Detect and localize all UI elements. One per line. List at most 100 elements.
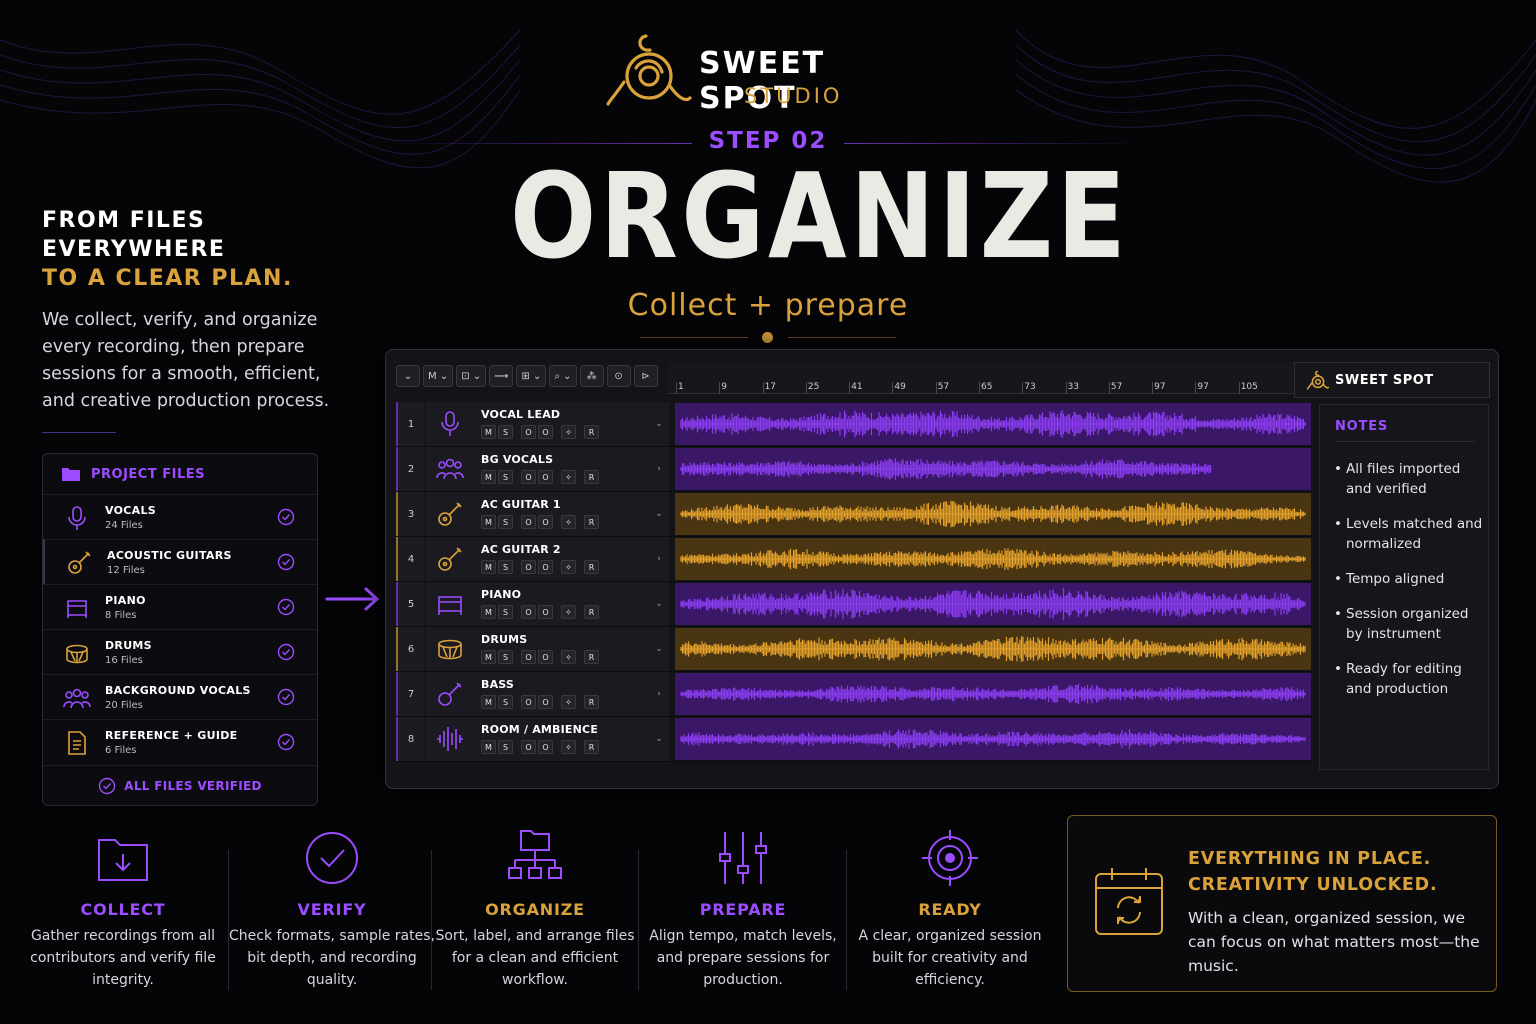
monitor-button[interactable]: O: [521, 515, 536, 529]
fx-button[interactable]: ✧: [561, 740, 576, 754]
input-button[interactable]: O: [538, 425, 553, 439]
track-expand-chevron[interactable]: ›: [649, 672, 669, 716]
toolbar-mode-button[interactable]: M ⌄: [423, 365, 454, 387]
solo-button[interactable]: S: [498, 425, 513, 439]
toolbar-grid-button[interactable]: ⊡ ⌄: [456, 365, 487, 387]
fx-button[interactable]: ✧: [561, 425, 576, 439]
track-row[interactable]: 4 AC GUITAR 2 M S O O ✧ R ›: [396, 537, 1312, 582]
mute-button[interactable]: M: [481, 650, 496, 664]
fx-button[interactable]: ✧: [561, 470, 576, 484]
track-header[interactable]: PIANO M S O O ✧ R: [425, 582, 649, 626]
track-header[interactable]: BG VOCALS M S O O ✧ R: [425, 447, 649, 491]
record-arm-button[interactable]: R: [584, 695, 599, 709]
input-button[interactable]: O: [538, 470, 553, 484]
file-group-background-vocals[interactable]: BACKGROUND VOCALS 20 Files: [43, 674, 317, 719]
track-lane[interactable]: [675, 448, 1311, 490]
waveform-clip[interactable]: [675, 403, 1311, 445]
track-lane[interactable]: [675, 628, 1311, 670]
input-button[interactable]: O: [538, 560, 553, 574]
file-group-reference-guide[interactable]: REFERENCE + GUIDE 6 Files: [43, 719, 317, 764]
record-arm-button[interactable]: R: [584, 470, 599, 484]
track-expand-chevron[interactable]: ⌄: [649, 402, 669, 446]
track-header[interactable]: ROOM / AMBIENCE M S O O ✧ R: [425, 717, 649, 761]
fx-button[interactable]: ✧: [561, 605, 576, 619]
fx-button[interactable]: ✧: [561, 560, 576, 574]
waveform-clip[interactable]: [675, 628, 1311, 670]
mute-button[interactable]: M: [481, 605, 496, 619]
mute-button[interactable]: M: [481, 425, 496, 439]
track-row[interactable]: 5 PIANO M S O O ✧ R ⌄: [396, 582, 1312, 627]
solo-button[interactable]: S: [498, 650, 513, 664]
toolbar-play-button[interactable]: ⊳: [633, 365, 658, 387]
toolbar-snap-button[interactable]: ⊞ ⌄: [516, 365, 547, 387]
input-button[interactable]: O: [538, 695, 553, 709]
solo-button[interactable]: S: [498, 470, 513, 484]
track-row[interactable]: 3 AC GUITAR 1 M S O O ✧ R ⌄: [396, 492, 1312, 537]
track-expand-chevron[interactable]: ⌄: [649, 627, 669, 671]
track-row[interactable]: 8 ROOM / AMBIENCE M S O O ✧ R ⌄: [396, 717, 1312, 762]
record-arm-button[interactable]: R: [584, 605, 599, 619]
track-header[interactable]: DRUMS M S O O ✧ R: [425, 627, 649, 671]
monitor-button[interactable]: O: [521, 740, 536, 754]
track-row[interactable]: 7 BASS M S O O ✧ R ›: [396, 672, 1312, 717]
mute-button[interactable]: M: [481, 740, 496, 754]
monitor-button[interactable]: O: [521, 425, 536, 439]
track-lane[interactable]: [675, 538, 1311, 580]
track-expand-chevron[interactable]: ›: [649, 447, 669, 491]
monitor-button[interactable]: O: [521, 560, 536, 574]
track-lane[interactable]: [675, 493, 1311, 535]
solo-button[interactable]: S: [498, 695, 513, 709]
toolbar-wave-button[interactable]: ⟿: [489, 365, 514, 387]
track-header[interactable]: AC GUITAR 1 M S O O ✧ R: [425, 492, 649, 536]
track-expand-chevron[interactable]: ⌄: [649, 492, 669, 536]
waveform-clip[interactable]: [675, 718, 1311, 760]
input-button[interactable]: O: [538, 515, 553, 529]
record-arm-button[interactable]: R: [584, 740, 599, 754]
waveform-clip[interactable]: [675, 673, 1311, 715]
track-expand-chevron[interactable]: ⌄: [649, 717, 669, 761]
track-header[interactable]: AC GUITAR 2 M S O O ✧ R: [425, 537, 649, 581]
track-header[interactable]: BASS M S O O ✧ R: [425, 672, 649, 716]
monitor-button[interactable]: O: [521, 695, 536, 709]
file-group-vocals[interactable]: VOCALS 24 Files: [43, 494, 317, 539]
fx-button[interactable]: ✧: [561, 515, 576, 529]
record-arm-button[interactable]: R: [584, 515, 599, 529]
track-lane[interactable]: [675, 403, 1311, 445]
file-group-drums[interactable]: DRUMS 16 Files: [43, 629, 317, 674]
waveform-clip[interactable]: [675, 583, 1311, 625]
waveform-clip[interactable]: [675, 538, 1311, 580]
toolbar-tool-button[interactable]: ⁂: [579, 365, 604, 387]
toolbar-record-button[interactable]: ⊙: [606, 365, 631, 387]
monitor-button[interactable]: O: [521, 470, 536, 484]
mute-button[interactable]: M: [481, 515, 496, 529]
fx-button[interactable]: ✧: [561, 650, 576, 664]
waveform-clip[interactable]: [675, 448, 1311, 490]
track-row[interactable]: 6 DRUMS M S O O ✧ R ⌄: [396, 627, 1312, 672]
waveform-clip[interactable]: [675, 493, 1311, 535]
mute-button[interactable]: M: [481, 560, 496, 574]
file-group-acoustic-guitars[interactable]: ACOUSTIC GUITARS 12 Files: [43, 539, 317, 584]
track-header[interactable]: VOCAL LEAD M S O O ✧ R: [425, 402, 649, 446]
track-lane[interactable]: [675, 583, 1311, 625]
solo-button[interactable]: S: [498, 740, 513, 754]
input-button[interactable]: O: [538, 740, 553, 754]
monitor-button[interactable]: O: [521, 650, 536, 664]
track-lane[interactable]: [675, 673, 1311, 715]
track-expand-chevron[interactable]: ⌄: [649, 582, 669, 626]
record-arm-button[interactable]: R: [584, 560, 599, 574]
monitor-button[interactable]: O: [521, 605, 536, 619]
mute-button[interactable]: M: [481, 470, 496, 484]
mute-button[interactable]: M: [481, 695, 496, 709]
track-row[interactable]: 2 BG VOCALS M S O O ✧ R ›: [396, 447, 1312, 492]
track-row[interactable]: 1 VOCAL LEAD M S O O ✧ R ⌄: [396, 402, 1312, 447]
solo-button[interactable]: S: [498, 605, 513, 619]
toolbar-menu-button[interactable]: ⌄: [396, 365, 420, 387]
track-expand-chevron[interactable]: ›: [649, 537, 669, 581]
track-lane[interactable]: [675, 718, 1311, 760]
record-arm-button[interactable]: R: [584, 650, 599, 664]
record-arm-button[interactable]: R: [584, 425, 599, 439]
file-group-piano[interactable]: PIANO 8 Files: [43, 584, 317, 629]
solo-button[interactable]: S: [498, 560, 513, 574]
solo-button[interactable]: S: [498, 515, 513, 529]
input-button[interactable]: O: [538, 650, 553, 664]
